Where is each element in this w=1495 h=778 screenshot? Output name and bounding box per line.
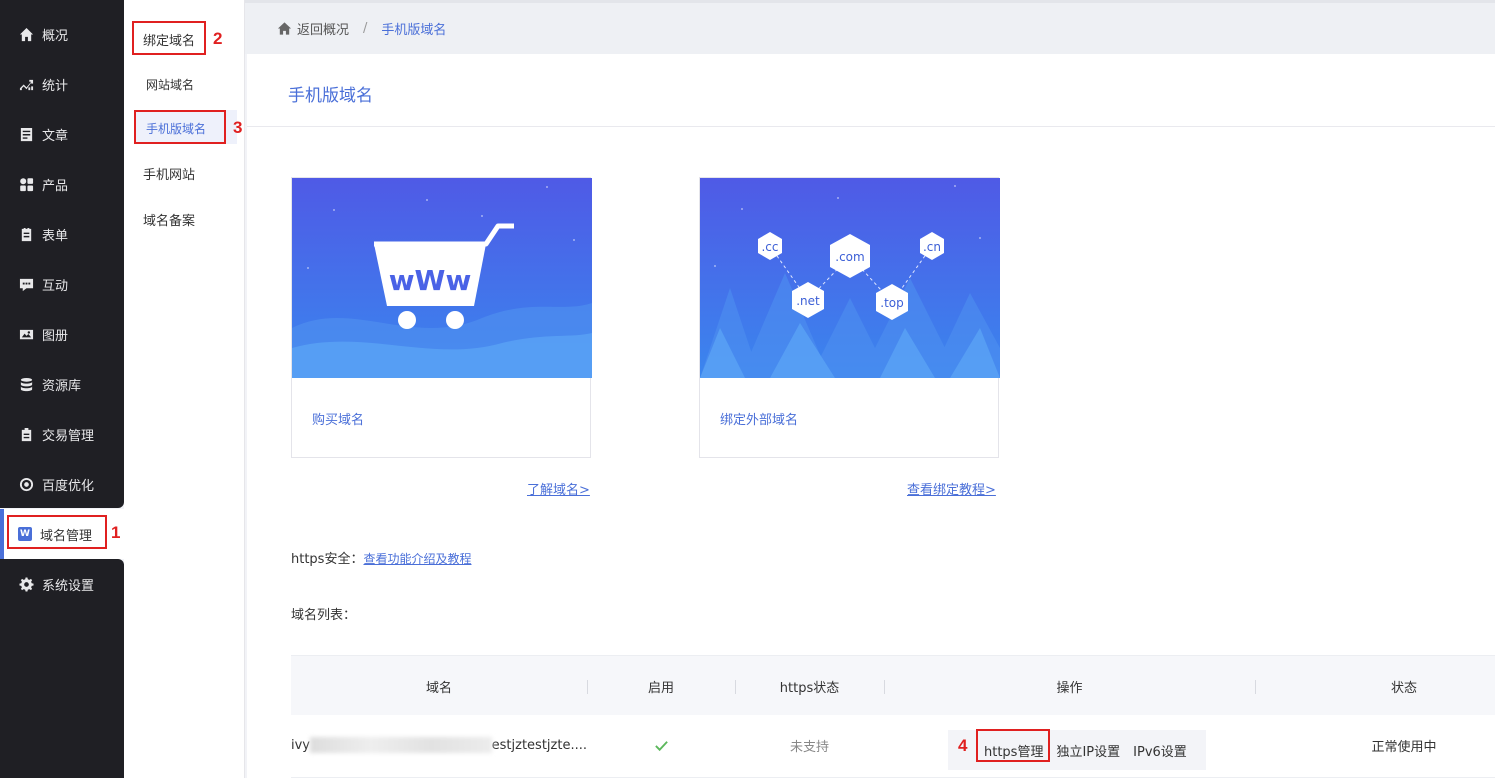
- domain-list-label: 域名列表：: [291, 608, 357, 623]
- nav-item-trade[interactable]: 交易管理: [0, 409, 124, 459]
- cell-enabled: [587, 715, 735, 775]
- nav-item-forms[interactable]: 表单: [0, 209, 124, 259]
- breadcrumb-separator: /: [363, 21, 368, 36]
- nav-item-label: 交易管理: [42, 428, 95, 444]
- secondary-sidebar: 绑定域名 网站域名 手机版域名 手机网站 域名备案: [124, 0, 245, 778]
- title-divider: [247, 126, 1495, 127]
- grid-icon: [18, 176, 34, 192]
- annotation-number-4: 4: [958, 736, 968, 755]
- card-buy-domain-label: 购买域名: [312, 413, 365, 428]
- chart-icon: [18, 76, 34, 92]
- nav-item-album[interactable]: 图册: [0, 309, 124, 359]
- database-icon: [18, 376, 34, 392]
- domain-icon: W: [18, 527, 32, 541]
- card-bind-external-domain[interactable]: .cc .com .cn .net .top 绑定外部域名: [699, 177, 1000, 458]
- subnav-item-label: 域名备案: [143, 213, 196, 229]
- subnav-group-bind-domain[interactable]: 绑定域名: [124, 17, 245, 61]
- annotation-number-3: 3: [233, 118, 243, 137]
- breadcrumb-back-link[interactable]: 返回概况: [277, 19, 349, 38]
- card-bind-external-label: 绑定外部域名: [720, 413, 799, 428]
- page-title: 手机版域名: [288, 86, 373, 106]
- breadcrumb: 返回概况 / 手机版域名: [245, 0, 1495, 54]
- https-security-label: https安全：: [291, 552, 364, 567]
- article-icon: [18, 126, 34, 142]
- cell-status: 正常使用中: [1371, 739, 1437, 755]
- card-buy-domain[interactable]: wWw 购买域名: [291, 177, 592, 458]
- nav-item-statistics[interactable]: 统计: [0, 59, 124, 109]
- nav-item-label: 产品: [42, 178, 69, 194]
- nav-item-label: 百度优化: [42, 478, 95, 494]
- nav-item-products[interactable]: 产品: [0, 159, 124, 209]
- nav-item-label: 概况: [42, 28, 69, 44]
- buy-domain-banner: wWw: [292, 178, 592, 378]
- subnav-item-mobile-domain[interactable]: 手机版域名: [124, 106, 245, 150]
- tld-net: .net: [796, 294, 820, 308]
- tld-com: .com: [835, 250, 864, 264]
- th-enabled: 启用: [647, 680, 674, 696]
- checkmark-icon: [654, 740, 668, 751]
- nav-item-label: 系统设置: [42, 578, 95, 594]
- subnav-item-label: 网站域名: [146, 77, 195, 92]
- nav-item-label: 统计: [42, 78, 69, 94]
- main-sidebar: 概况 统计 文章 产品 表单 互动 图册 资源库 交易管理 百度优化 W 域名管…: [0, 0, 124, 778]
- nav-item-label: 资源库: [42, 378, 82, 394]
- gear-icon: [18, 576, 34, 592]
- nav-item-articles[interactable]: 文章: [0, 109, 124, 159]
- nav-item-interaction[interactable]: 互动: [0, 259, 124, 309]
- tld-cc: .cc: [761, 240, 778, 254]
- annotation-number-1: 1: [111, 523, 121, 542]
- nav-item-baidu-seo[interactable]: 百度优化: [0, 459, 124, 509]
- table-row: ivy estjztestjzte.... 未支持 https管理 独立IP设置 …: [291, 715, 1495, 778]
- annotation-number-2: 2: [213, 29, 223, 48]
- cell-operations: https管理 独立IP设置 IPv6设置: [948, 730, 1206, 770]
- domain-suffix: estjztestjzte....: [491, 737, 587, 753]
- th-operations: 操作: [1056, 680, 1083, 696]
- th-https-status: https状态: [779, 680, 840, 696]
- nav-item-label: 互动: [42, 278, 69, 294]
- tld-cn: .cn: [923, 240, 941, 254]
- ipv6-settings-button[interactable]: IPv6设置: [1133, 741, 1187, 760]
- breadcrumb-current: 手机版域名: [381, 23, 447, 38]
- nav-item-label: 域名管理: [40, 528, 93, 544]
- cell-domain: ivy estjztestjzte....: [291, 715, 587, 775]
- bind-domain-banner: .cc .com .cn .net .top: [700, 178, 1000, 378]
- www-text: wWw: [389, 264, 472, 297]
- subnav-item-domain-icp[interactable]: 域名备案: [124, 197, 245, 241]
- learn-domain-link[interactable]: 了解域名>: [527, 479, 590, 498]
- redacted-domain-blur: [310, 737, 492, 753]
- th-domain: 域名: [425, 680, 452, 696]
- home-icon: [18, 26, 34, 42]
- home-icon: [277, 22, 292, 35]
- main-content: 手机版域名 wWw 购买域名 .cc .com .cn .net .top 绑定…: [247, 54, 1495, 778]
- subnav-item-label: 手机版域名: [146, 121, 207, 136]
- tld-top: .top: [880, 296, 903, 310]
- nav-item-label: 表单: [42, 228, 69, 244]
- target-icon: [18, 476, 34, 492]
- subnav-item-mobile-site[interactable]: 手机网站: [124, 151, 245, 195]
- nav-item-domain[interactable]: W 域名管理: [4, 509, 124, 559]
- cell-https-status: 未支持: [789, 739, 829, 755]
- form-icon: [18, 226, 34, 242]
- subnav-group-label: 绑定域名: [143, 33, 196, 49]
- nav-item-settings[interactable]: 系统设置: [0, 559, 124, 609]
- nav-item-overview[interactable]: 概况: [0, 9, 124, 59]
- bind-tutorial-link[interactable]: 查看绑定教程>: [907, 479, 996, 498]
- breadcrumb-back-label: 返回概况: [297, 23, 350, 38]
- trade-icon: [18, 426, 34, 442]
- album-icon: [18, 326, 34, 342]
- chat-icon: [18, 276, 34, 292]
- https-tutorial-link[interactable]: 查看功能介绍及教程: [363, 552, 471, 566]
- th-status: 状态: [1390, 680, 1417, 696]
- https-security-line: https安全：查看功能介绍及教程: [291, 548, 471, 567]
- dedicated-ip-button[interactable]: 独立IP设置: [1056, 741, 1120, 760]
- nav-item-label: 图册: [42, 328, 69, 344]
- https-manage-button[interactable]: https管理: [984, 741, 1043, 760]
- nav-item-resources[interactable]: 资源库: [0, 359, 124, 409]
- subnav-item-site-domain[interactable]: 网站域名: [124, 62, 245, 106]
- nav-item-label: 文章: [42, 128, 69, 144]
- subnav-item-label: 手机网站: [143, 167, 196, 183]
- domain-prefix: ivy: [291, 737, 310, 753]
- domain-table-header: 域名 启用 https状态 操作 状态: [291, 655, 1495, 715]
